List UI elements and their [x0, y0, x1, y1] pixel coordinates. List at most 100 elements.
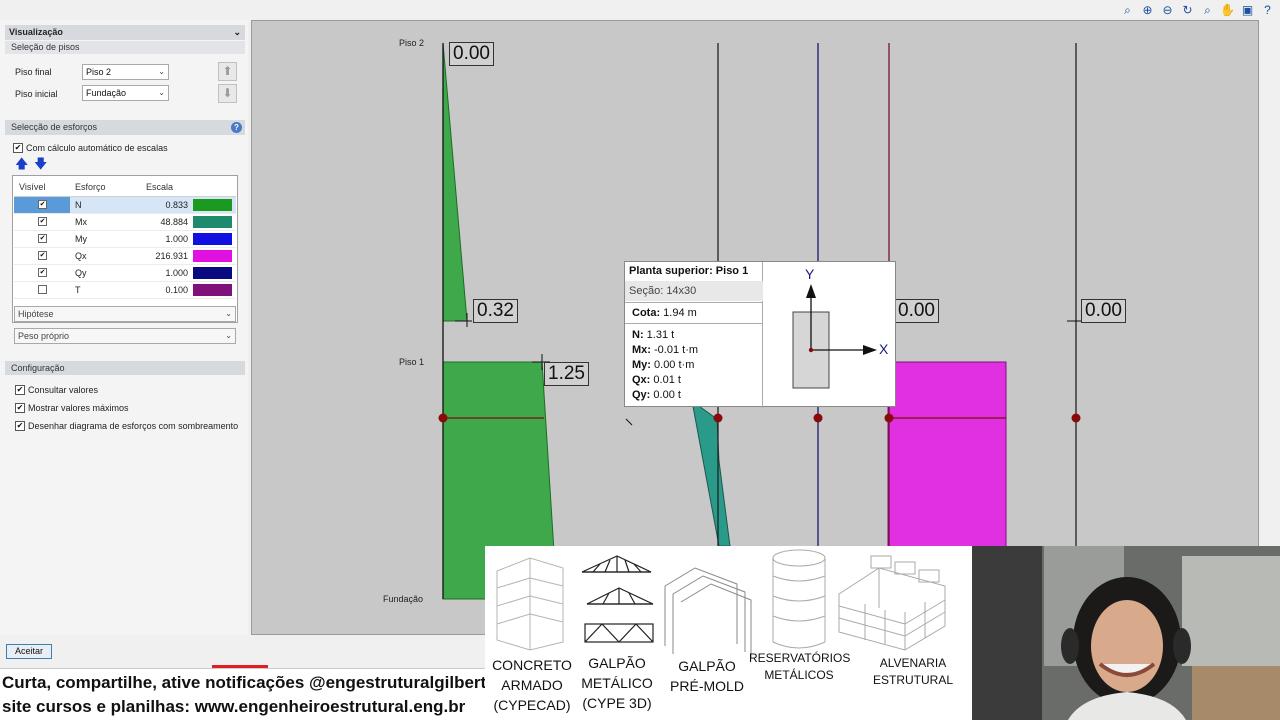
value-text: 0.00 t·m [654, 359, 695, 371]
table-row[interactable]: ✔ N 0.833 [14, 197, 236, 214]
zoom-in-icon[interactable]: ⊕ [1139, 2, 1156, 18]
tick [625, 418, 633, 426]
desenhar-label: Desenhar diagrama de esforços com sombre… [28, 421, 239, 431]
window-icon[interactable]: ▣ [1239, 2, 1256, 18]
sort-up-icon[interactable]: 🡅 [15, 157, 28, 170]
node-1[interactable] [438, 413, 448, 423]
row-color-swatch[interactable] [193, 250, 232, 262]
section-center [808, 347, 814, 353]
chevron-down-icon: ⌄ [225, 309, 232, 318]
row-scale-value[interactable]: 216.931 [155, 251, 188, 261]
mostrar-label: Mostrar valores máximos [28, 403, 129, 413]
tank-icon [772, 549, 826, 649]
move-down-button[interactable]: ⬇ [218, 84, 237, 103]
aceitar-button[interactable]: Aceitar [6, 644, 52, 659]
sort-down-icon[interactable]: 🡇 [34, 157, 47, 170]
tooltip-value-line: Mx: -0.01 t·m [632, 344, 698, 356]
chevron-down-icon: ⌄ [158, 67, 165, 76]
row-effort-name: Qx [75, 251, 87, 261]
section-sketch: Y X [763, 262, 896, 408]
pan-icon[interactable]: ✋ [1219, 2, 1236, 18]
efforts-table: Visível Esforço Escala ✔ N 0.833 ✔ Mx 48.884 ✔… [12, 175, 238, 323]
logo-caption-galpao-premold: GALPÃO PRÉ-MOLD [665, 659, 749, 694]
consultar-checkbox[interactable]: ✔ [15, 385, 25, 395]
zoom-out-icon[interactable]: ⊖ [1159, 2, 1176, 18]
move-up-button[interactable]: ⬆ [218, 62, 237, 81]
table-row[interactable]: ✔ Qx 216.931 [14, 248, 236, 265]
row-visible-checkbox[interactable] [38, 285, 47, 294]
value-text: 0.00 t [653, 389, 681, 401]
row-color-swatch[interactable] [193, 267, 232, 279]
value-text: 1.31 t [646, 329, 675, 341]
table-row[interactable]: ✔ Mx 48.884 [14, 214, 236, 231]
row-color-swatch[interactable] [193, 233, 232, 245]
row-visible-checkbox[interactable]: ✔ [38, 251, 47, 260]
value-label: Qx: [632, 374, 651, 386]
query-tooltip: Planta superior: Piso 1 Seção: 14x30 Cot… [624, 261, 896, 408]
truss-icon [581, 555, 654, 643]
value-label-right1: 0.00 [895, 299, 939, 323]
node-3[interactable] [813, 413, 823, 423]
piso-final-label: Piso final [15, 67, 52, 77]
zoom-window-icon[interactable]: ⌕ [1119, 2, 1136, 18]
table-row[interactable]: ✔ My 1.000 [14, 231, 236, 248]
tooltip-value-line: N: 1.31 t [632, 329, 674, 341]
tooltip-title: Planta superior: Piso 1 [629, 265, 749, 277]
axis-y-label: Y [805, 266, 815, 282]
precast-icon [664, 567, 752, 658]
promo-banner: Curta, compartilhe, ative notificações @… [0, 668, 497, 720]
help-icon[interactable]: ? [231, 122, 242, 133]
load-case-select[interactable]: Peso próprio ⌄ [14, 328, 236, 344]
qx-diagram [887, 361, 1007, 548]
node-4[interactable] [884, 413, 894, 423]
logo-line: METÁLICOS [764, 668, 834, 682]
logo-line: GALPÃO [678, 658, 736, 674]
value-label: N: [632, 329, 644, 341]
row-effort-name: Qy [75, 268, 87, 278]
hipotese-select[interactable]: Hipótese ⌄ [14, 306, 236, 322]
masonry-icon [838, 555, 946, 651]
auto-scale-checkbox[interactable]: ✔ [13, 143, 23, 153]
section-axes-drawing [792, 284, 877, 389]
row-effort-name: T [75, 285, 81, 295]
help-icon[interactable]: ? [1259, 2, 1276, 18]
row-visible-checkbox[interactable]: ✔ [38, 234, 47, 243]
row-scale-value[interactable]: 1.000 [165, 234, 188, 244]
row-color-swatch[interactable] [193, 216, 232, 228]
row-visible-checkbox[interactable]: ✔ [38, 217, 47, 226]
secao-value: 14x30 [666, 285, 697, 297]
zoom-all-icon[interactable]: ⌕ [1199, 2, 1216, 18]
row-scale-value[interactable]: 48.884 [160, 217, 188, 227]
secao-label: Seção: [629, 285, 664, 297]
app-window: Visualização ⌄ Seleção de pisos Piso fin… [0, 0, 1280, 720]
row-visible-checkbox[interactable]: ✔ [38, 200, 47, 209]
y-arrow-icon [806, 284, 816, 298]
logo-line: ESTRUTURAL [872, 673, 953, 687]
row-color-swatch[interactable] [193, 199, 232, 211]
building-icon [496, 557, 564, 651]
collapse-chevron-icon[interactable]: ⌄ [233, 25, 241, 40]
logo-caption-galpao-metalico: GALPÃO METÁLICO (CYPE 3D) [575, 656, 659, 711]
visualizacao-header[interactable]: Visualização ⌄ [5, 25, 245, 40]
row-scale-value[interactable]: 0.100 [165, 285, 188, 295]
mostrar-checkbox[interactable]: ✔ [15, 403, 25, 413]
col-visible-header: Visível [19, 182, 46, 192]
desenhar-checkbox[interactable]: ✔ [15, 421, 25, 431]
row-color-swatch[interactable] [193, 284, 232, 296]
node-2[interactable] [713, 413, 723, 423]
row-visible-checkbox[interactable]: ✔ [38, 268, 47, 277]
value-text: -0.01 t·m [654, 344, 699, 356]
piso-inicial-select[interactable]: Fundação ⌄ [82, 85, 169, 101]
n-diagram-upper [442, 42, 468, 322]
row-scale-value[interactable]: 1.000 [165, 268, 188, 278]
refresh-icon[interactable]: ↻ [1179, 2, 1196, 18]
table-row[interactable]: T 0.100 [14, 282, 236, 299]
configuracao-header: Configuração [5, 361, 245, 375]
row-scale-value[interactable]: 0.833 [165, 200, 188, 210]
table-row[interactable]: ✔ Qy 1.000 [14, 265, 236, 282]
piso-inicial-label: Piso inicial [15, 89, 58, 99]
node-5[interactable] [1071, 413, 1081, 423]
logo-caption-alvenaria: ALVENARIA ESTRUTURAL [863, 657, 963, 687]
piso-final-select[interactable]: Piso 2 ⌄ [82, 64, 169, 80]
piso-final-value: Piso 2 [86, 67, 112, 77]
